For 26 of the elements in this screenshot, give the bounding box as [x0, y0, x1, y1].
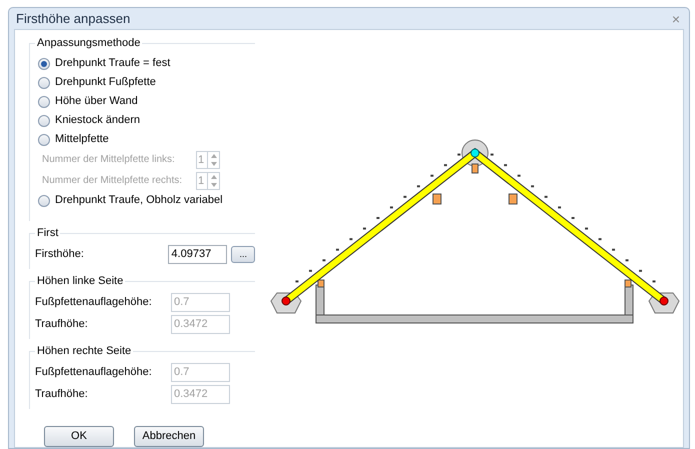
radio-button[interactable] — [38, 114, 50, 126]
window-title: Firsthöhe anpassen — [16, 10, 130, 28]
radio-label: Kniestock ändern — [55, 113, 140, 128]
group-legend: Anpassungsmethode — [35, 36, 142, 50]
browse-button[interactable]: ... — [231, 246, 255, 262]
radio-label: Drehpunkt Fußpfette — [55, 75, 156, 90]
field-label: Traufhöhe: — [35, 316, 89, 332]
field-label: Traufhöhe: — [35, 386, 89, 402]
spinner-label: Nummer der Mittelpfette rechts: — [42, 174, 184, 188]
radio-label: Drehpunkt Traufe, Obholz variabel — [55, 193, 223, 208]
radio-button[interactable] — [38, 58, 50, 70]
radio-button[interactable] — [38, 134, 50, 146]
field-label: Firsthöhe: — [35, 246, 85, 262]
radio-button[interactable] — [38, 194, 50, 206]
radio-button[interactable] — [38, 96, 50, 108]
radio-label: Drehpunkt Traufe = fest — [55, 56, 170, 72]
radio-button[interactable] — [38, 76, 50, 88]
dialog-button[interactable]: OK — [44, 426, 114, 447]
input-field[interactable]: 4.09737 — [168, 244, 228, 264]
radio-label: Höhe über Wand — [55, 94, 138, 110]
radio-label: Mittelpfette — [55, 132, 109, 148]
field-label: Fußpfettenauflagehöhe: — [35, 364, 153, 380]
dialog-button[interactable]: Abbrechen — [134, 426, 204, 447]
field-label: Fußpfettenauflagehöhe: — [35, 294, 153, 310]
close-button[interactable]: × — [672, 12, 680, 26]
spinner-label: Nummer der Mittelpfette links: — [42, 153, 176, 167]
